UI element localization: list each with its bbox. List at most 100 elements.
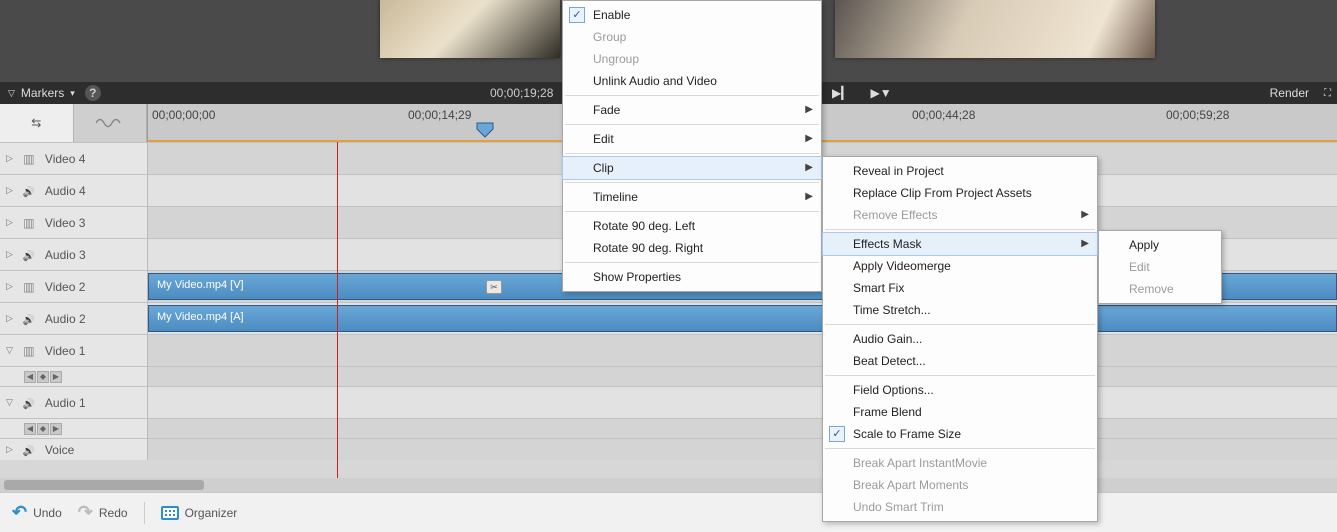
goto-marker-icon[interactable]: ▶▼ (870, 86, 891, 100)
chevron-right-icon[interactable]: ▷ (6, 444, 13, 455)
menu-item[interactable]: Apply (1099, 234, 1221, 256)
track-header[interactable]: ▷ Audio 2 (0, 303, 148, 334)
menu-item: Break Apart InstantMovie (823, 452, 1097, 474)
track-header[interactable]: ▷Audio 3 (0, 239, 148, 270)
menu-item[interactable]: Timeline▶ (563, 186, 821, 208)
menu-item[interactable]: Clip▶ (563, 157, 821, 179)
ruler-tick: 00;00;00;00 (152, 108, 215, 122)
stepper-button[interactable]: ◀ (24, 423, 36, 435)
chevron-down-icon[interactable]: ▽ (6, 345, 13, 356)
menu-item-label: Show Properties (593, 270, 681, 284)
ruler-tick: 00;00;59;28 (1166, 108, 1229, 122)
stepper-button[interactable]: ◆ (37, 423, 49, 435)
track-stepper[interactable]: ◀◆▶ (24, 423, 62, 435)
track-lane[interactable]: My Video.mp4 [A] (148, 303, 1337, 334)
menu-item-label: Apply Videomerge (853, 259, 951, 273)
menu-item-label: Break Apart Moments (853, 478, 968, 492)
menu-item[interactable]: Replace Clip From Project Assets (823, 182, 1097, 204)
track-lane[interactable] (148, 387, 1337, 418)
track-row: ▽Video 1 (0, 334, 1337, 366)
track-header[interactable]: ▽Audio 1 (0, 387, 148, 418)
menu-item: Remove (1099, 278, 1221, 300)
track-header[interactable]: ▷ Audio 4 (0, 175, 148, 206)
menu-item[interactable]: Unlink Audio and Video (563, 70, 821, 92)
film-icon (21, 280, 37, 294)
stepper-button[interactable]: ◀ (24, 371, 36, 383)
track-lane[interactable] (148, 335, 1337, 366)
menu-item[interactable]: Effects Mask▶ (823, 233, 1097, 255)
menu-item[interactable]: Audio Gain... (823, 328, 1097, 350)
menu-item[interactable]: ✓Scale to Frame Size (823, 423, 1097, 445)
chevron-right-icon[interactable]: ▷ (6, 313, 13, 324)
render-button[interactable]: Render (1270, 86, 1309, 100)
track-lane[interactable] (148, 439, 1337, 460)
chevron-right-icon[interactable]: ▷ (6, 153, 13, 164)
stepper-button[interactable]: ◆ (37, 371, 49, 383)
cut-icon[interactable]: ✂ (486, 280, 502, 294)
ruler-tick: 00;00;44;28 (912, 108, 975, 122)
chevron-right-icon[interactable]: ▷ (6, 249, 13, 260)
menu-item-label: Reveal in Project (853, 164, 944, 178)
chevron-right-icon[interactable]: ▷ (6, 217, 13, 228)
speaker-icon (21, 396, 37, 410)
track-header[interactable]: ▽Video 1 (0, 335, 148, 366)
track-header[interactable]: ▷Video 3 (0, 207, 148, 238)
stepper-button[interactable]: ▶ (50, 371, 62, 383)
markers-label: Markers (21, 86, 64, 100)
menu-item-label: Edit (593, 132, 614, 146)
redo-button[interactable]: ↷ Redo (78, 502, 128, 523)
playhead-icon[interactable] (476, 122, 494, 138)
organizer-button[interactable]: Organizer (161, 506, 238, 520)
stepper-button[interactable]: ▶ (50, 423, 62, 435)
menu-item[interactable]: Beat Detect... (823, 350, 1097, 372)
track-row: ▷ Audio 2 My Video.mp4 [A] (0, 302, 1337, 334)
undo-button[interactable]: ↶ Undo (12, 502, 62, 523)
menu-separator (565, 182, 819, 183)
menu-item[interactable]: Apply Videomerge (823, 255, 1097, 277)
track-stepper[interactable]: ◀◆▶ (24, 371, 62, 383)
track-header[interactable]: ▷Voice (0, 439, 148, 460)
context-submenu-effects-mask: ApplyEditRemove (1098, 230, 1222, 304)
timeline-clip[interactable]: My Video.mp4 [A] (148, 305, 1337, 332)
chevron-right-icon[interactable]: ▷ (6, 281, 13, 292)
film-icon (21, 216, 37, 230)
speaker-icon (21, 184, 37, 198)
menu-item[interactable]: Frame Blend (823, 401, 1097, 423)
track-label: Audio 4 (45, 184, 86, 198)
menu-item[interactable]: Fade▶ (563, 99, 821, 121)
menu-item[interactable]: Time Stretch... (823, 299, 1097, 321)
tool-adjust-icon[interactable]: ⇆ (0, 104, 74, 142)
tool-waveform-icon[interactable] (74, 104, 148, 142)
menu-item[interactable]: Show Properties (563, 266, 821, 288)
submenu-arrow-icon: ▶ (805, 128, 813, 150)
menu-item[interactable]: Edit ▶ (563, 128, 821, 150)
menu-item-label: Apply (1129, 238, 1159, 252)
chevron-right-icon[interactable]: ▷ (6, 185, 13, 196)
markers-dropdown[interactable]: ▽ Markers ▾ (8, 86, 75, 100)
menu-item[interactable]: ✓Enable (563, 4, 821, 26)
track-lane[interactable] (148, 419, 1337, 438)
track-lane[interactable] (148, 367, 1337, 386)
menu-item-label: Group (593, 30, 626, 44)
menu-item[interactable]: Smart Fix (823, 277, 1097, 299)
timeline-scrollbar[interactable] (0, 478, 1337, 492)
help-button[interactable]: ? (85, 85, 101, 101)
organizer-label: Organizer (185, 506, 238, 520)
redo-label: Redo (99, 506, 128, 520)
expand-icon[interactable]: ⛶ (1324, 88, 1331, 99)
menu-separator (565, 95, 819, 96)
chevron-down-icon[interactable]: ▽ (6, 397, 13, 408)
track-header[interactable]: ▷Video 4 (0, 143, 148, 174)
redo-icon: ↷ (78, 502, 93, 523)
menu-item-label: Scale to Frame Size (853, 427, 961, 441)
menu-item-label: Remove (1129, 282, 1174, 296)
menu-item[interactable]: Field Options... (823, 379, 1097, 401)
menu-item[interactable]: Reveal in Project (823, 160, 1097, 182)
track-header[interactable]: ▷Video 2 (0, 271, 148, 302)
menu-item: Ungroup (563, 48, 821, 70)
menu-item[interactable]: Rotate 90 deg. Right (563, 237, 821, 259)
next-frame-icon[interactable]: ▶▎ (832, 86, 850, 100)
menu-item[interactable]: Rotate 90 deg. Left (563, 215, 821, 237)
track-label: Audio 2 (45, 312, 86, 326)
scrollbar-thumb[interactable] (4, 480, 204, 490)
